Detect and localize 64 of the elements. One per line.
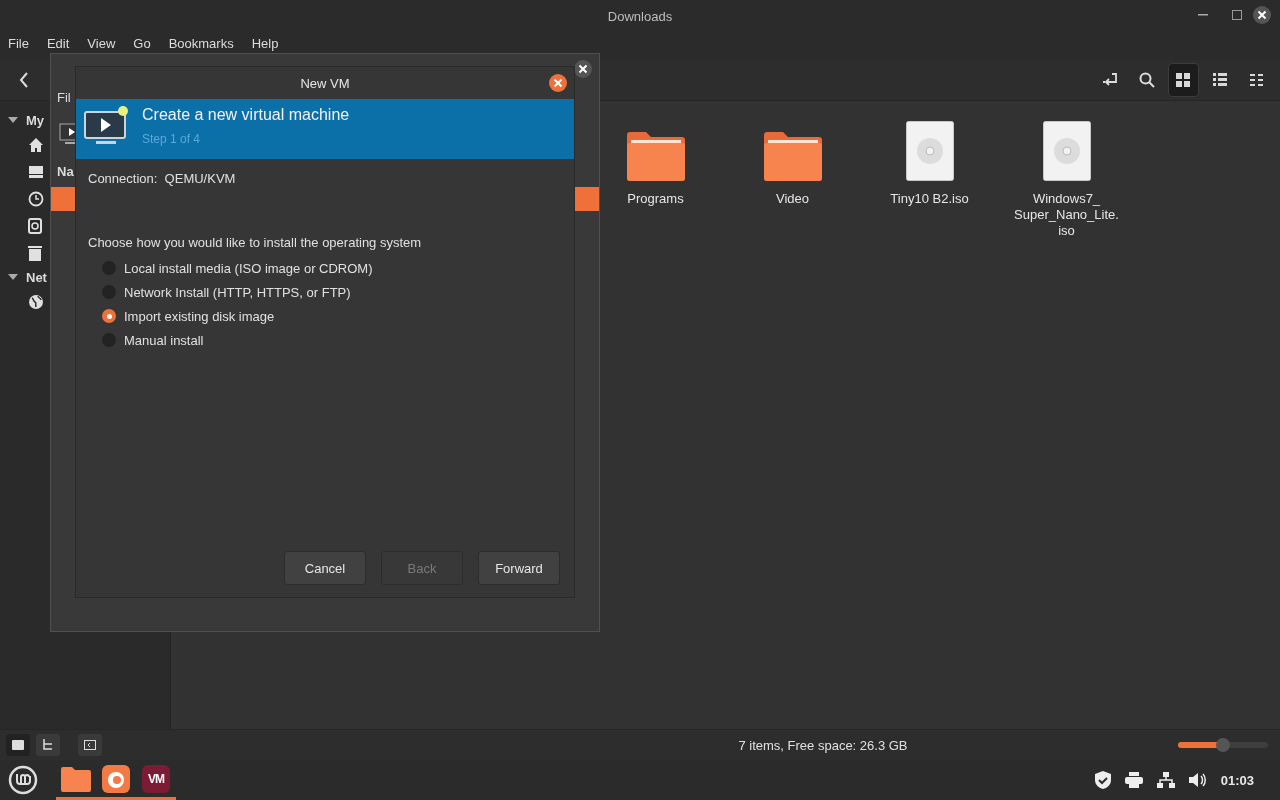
menu-item[interactable]: Bookmarks bbox=[168, 36, 242, 51]
globe-icon bbox=[28, 293, 44, 310]
return-arrow-icon bbox=[1103, 73, 1120, 87]
file-name[interactable]: Video bbox=[776, 191, 809, 207]
menu-item[interactable]: Fil bbox=[57, 89, 71, 105]
browser-icon bbox=[102, 764, 130, 793]
desktop-icon bbox=[28, 164, 44, 179]
maximize-icon[interactable] bbox=[1232, 10, 1242, 20]
volume-icon[interactable] bbox=[1188, 772, 1207, 788]
trash-icon bbox=[28, 244, 42, 261]
disc-file-icon bbox=[1042, 121, 1091, 181]
slider-thumb[interactable] bbox=[1216, 738, 1230, 752]
tree-icon bbox=[42, 739, 54, 751]
expander-icon bbox=[8, 273, 18, 281]
close-icon[interactable] bbox=[548, 73, 568, 93]
sidebar-heading[interactable]: My bbox=[0, 109, 47, 131]
status-text: 7 items, Free space: 26.3 GB bbox=[737, 737, 909, 753]
back-icon bbox=[18, 72, 29, 88]
connection-label: Connection: QEMU/KVM bbox=[88, 171, 237, 186]
sidebar-toggle-button[interactable] bbox=[78, 734, 102, 756]
menu-item[interactable]: Edit bbox=[46, 36, 78, 51]
radio-button[interactable] bbox=[102, 309, 116, 323]
shield-icon[interactable] bbox=[1094, 771, 1111, 789]
drive-icon bbox=[28, 217, 42, 234]
compact-list-icon bbox=[1249, 74, 1263, 86]
printer-icon[interactable] bbox=[1124, 772, 1143, 788]
home-icon bbox=[28, 136, 44, 153]
menu-item[interactable]: View bbox=[87, 36, 124, 51]
monitor-play-icon bbox=[84, 105, 130, 147]
sidebar-icon bbox=[84, 740, 96, 750]
grid-icon bbox=[1176, 73, 1191, 87]
prompt-text: Choose how you would like to install the operating system bbox=[88, 235, 423, 250]
network-icon[interactable] bbox=[1156, 772, 1175, 788]
search-icon bbox=[1138, 72, 1155, 88]
menu-logo-icon[interactable] bbox=[8, 765, 38, 795]
step-label: Step 1 of 4 bbox=[142, 132, 202, 146]
dialog-title: New VM bbox=[300, 75, 350, 91]
places-button[interactable] bbox=[6, 734, 30, 756]
dialog-button[interactable]: Cancel bbox=[284, 551, 366, 585]
radio-option[interactable]: Import existing disk image bbox=[102, 304, 562, 328]
clock-icon bbox=[28, 190, 44, 207]
window-title: Downloads bbox=[607, 8, 673, 24]
radio-option[interactable]: Manual install bbox=[102, 328, 562, 352]
file-name[interactable]: Programs bbox=[627, 191, 684, 207]
dialog-button[interactable]: Forward bbox=[478, 551, 560, 585]
menu-item[interactable]: Go bbox=[133, 36, 159, 51]
vm-app-icon[interactable]: VM bbox=[142, 764, 170, 793]
sidebar-heading[interactable]: Net bbox=[0, 266, 49, 288]
radio-option[interactable]: Local install media (ISO image or CDROM) bbox=[102, 256, 562, 280]
radio-option[interactable]: Network Install (HTTP, HTTPS, or FTP) bbox=[102, 280, 562, 304]
clock[interactable]: 01:03 bbox=[1220, 772, 1254, 788]
tree-button[interactable] bbox=[36, 734, 60, 756]
file-name[interactable]: Tiny10 B2.iso bbox=[890, 191, 969, 207]
menu-item[interactable]: Help bbox=[251, 36, 287, 51]
menu-item[interactable]: File bbox=[8, 36, 37, 51]
column-header[interactable]: Na bbox=[57, 163, 74, 179]
view-button[interactable] bbox=[1167, 63, 1199, 97]
disc-file-icon bbox=[905, 121, 954, 181]
list-icon bbox=[1212, 73, 1227, 87]
file-name[interactable]: Windows7_ Super_Nano_Lite. iso bbox=[1014, 191, 1119, 239]
close-icon[interactable] bbox=[573, 59, 593, 79]
header-title: Create a new virtual machine bbox=[142, 106, 350, 124]
close-icon[interactable] bbox=[1252, 5, 1272, 25]
expander-icon bbox=[8, 116, 18, 124]
